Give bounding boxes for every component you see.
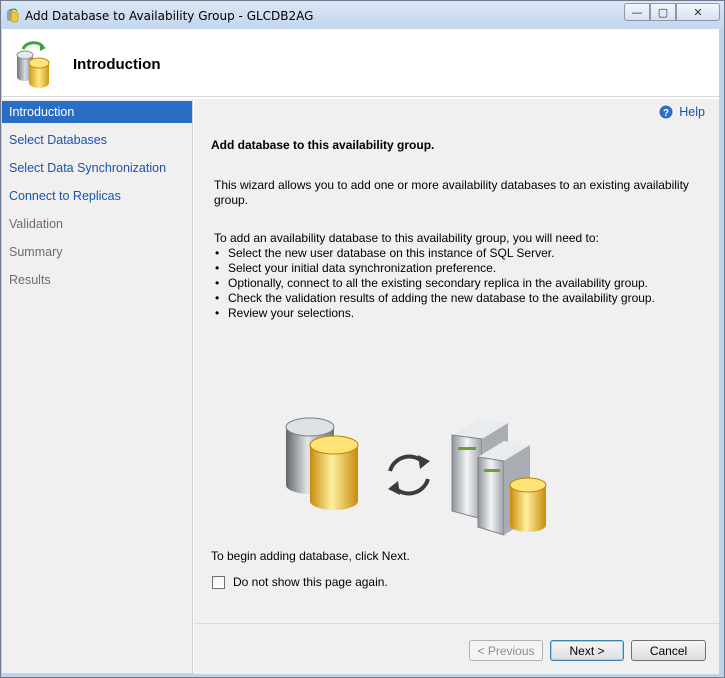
maximize-button[interactable]: ▢ bbox=[650, 3, 676, 21]
svg-text:?: ? bbox=[663, 108, 669, 119]
wizard-footer: < Previous Next > Cancel bbox=[194, 623, 719, 674]
wizard-header: Introduction bbox=[2, 29, 719, 97]
nav-item-results: Results bbox=[9, 273, 51, 287]
wizard-window: Add Database to Availability Group - GLC… bbox=[0, 0, 725, 678]
close-button[interactable]: ✕ bbox=[676, 3, 720, 21]
wizard-nav: Introduction Select Databases Select Dat… bbox=[2, 99, 193, 673]
list-item: Select your initial data synchronization… bbox=[214, 261, 655, 276]
window-title: Add Database to Availability Group - GLC… bbox=[25, 9, 314, 23]
wizard-content: ? Help Add database to this availability… bbox=[194, 99, 719, 623]
nav-item-select-databases[interactable]: Select Databases bbox=[2, 129, 192, 151]
database-wizard-icon bbox=[16, 41, 50, 88]
minimize-button[interactable]: — bbox=[624, 3, 650, 21]
replica-servers-icon bbox=[451, 419, 547, 536]
list-item: Check the validation results of adding t… bbox=[214, 291, 655, 306]
help-link[interactable]: ? Help bbox=[659, 105, 705, 119]
do-not-show-again-label[interactable]: Do not show this page again. bbox=[233, 575, 388, 589]
database-app-icon bbox=[7, 8, 19, 23]
previous-button[interactable]: < Previous bbox=[469, 640, 543, 661]
close-icon: ✕ bbox=[693, 5, 703, 19]
maximize-icon: ▢ bbox=[657, 5, 669, 19]
availability-group-illustration bbox=[285, 417, 547, 536]
next-button[interactable]: Next > bbox=[550, 640, 624, 661]
primary-database-icon bbox=[285, 417, 359, 510]
begin-instruction: To begin adding database, click Next. bbox=[211, 549, 410, 563]
list-item: Review your selections. bbox=[214, 306, 655, 321]
section-title: Add database to this availability group. bbox=[211, 138, 435, 152]
wizard-client-area: Introduction Introduction Select Databas… bbox=[2, 29, 719, 674]
list-item: Select the new user database on this ins… bbox=[214, 246, 655, 261]
nav-item-validation: Validation bbox=[9, 217, 63, 231]
nav-item-select-data-synchronization[interactable]: Select Data Synchronization bbox=[2, 157, 192, 179]
list-item: Optionally, connect to all the existing … bbox=[214, 276, 655, 291]
minimize-icon: — bbox=[631, 5, 643, 19]
nav-item-summary: Summary bbox=[9, 245, 63, 259]
steps-intro: To add an availability database to this … bbox=[214, 231, 599, 245]
help-label: Help bbox=[679, 105, 705, 119]
nav-item-connect-to-replicas[interactable]: Connect to Replicas bbox=[2, 185, 192, 207]
page-title: Introduction bbox=[73, 56, 161, 73]
window-controls: — ▢ ✕ bbox=[624, 3, 720, 21]
help-icon: ? bbox=[659, 105, 673, 119]
cancel-button[interactable]: Cancel bbox=[631, 640, 706, 661]
do-not-show-again-checkbox[interactable] bbox=[212, 575, 225, 589]
nav-item-introduction[interactable]: Introduction bbox=[2, 101, 192, 123]
do-not-show-again-option[interactable]: Do not show this page again. bbox=[212, 575, 388, 589]
title-bar[interactable]: Add Database to Availability Group - GLC… bbox=[1, 1, 724, 29]
steps-list: Select the new user database on this ins… bbox=[214, 246, 655, 321]
wizard-description: This wizard allows you to add one or mor… bbox=[214, 178, 689, 207]
